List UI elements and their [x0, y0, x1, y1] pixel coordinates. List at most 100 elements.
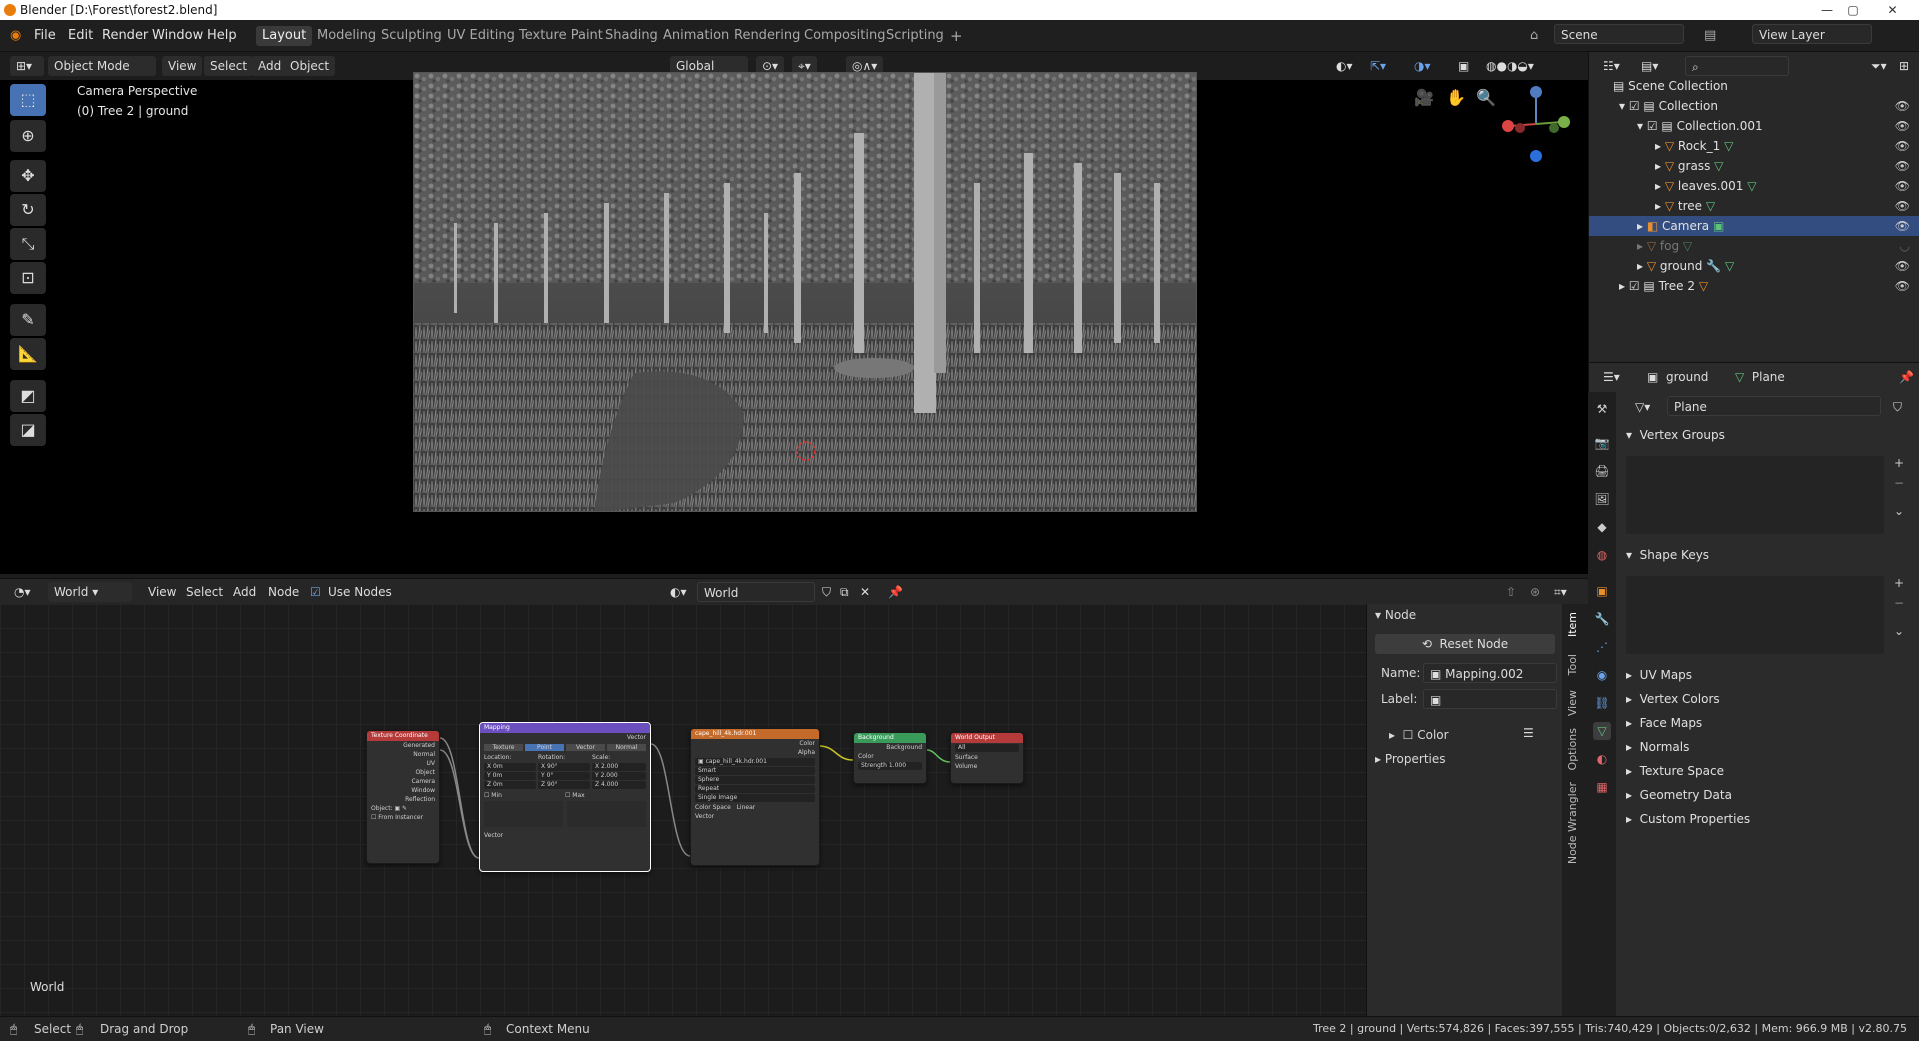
visibility-eye-icon[interactable]: 👁: [1895, 176, 1910, 196]
texcoord-output-window[interactable]: Window: [367, 786, 439, 795]
scale-tool-icon[interactable]: ⤡: [10, 228, 46, 260]
outliner-row-rock[interactable]: ▸ ▽ Rock_1 ▽ 👁: [1589, 136, 1919, 156]
scene-tab-icon[interactable]: ◆: [1593, 518, 1611, 536]
background-output[interactable]: Background: [854, 743, 926, 752]
outliner-row-fog[interactable]: ▸ ▽ fog ▽ ◡: [1589, 236, 1919, 256]
object-mode-dropdown[interactable]: Object Mode: [48, 56, 156, 76]
world-output-input-surface[interactable]: Surface: [951, 753, 1023, 762]
outliner-editor-icon[interactable]: ☷▾: [1599, 56, 1624, 76]
mapping-loc-y[interactable]: Y 0m: [484, 772, 536, 780]
camera-view-icon[interactable]: 🎥: [1414, 88, 1434, 107]
mapping-node[interactable]: Mapping Vector Texture Point Vector Norm…: [479, 722, 651, 872]
mapping-scale-x[interactable]: X 2.000: [592, 763, 646, 771]
tab-animation[interactable]: Animation: [657, 26, 735, 46]
outliner-row-grass[interactable]: ▸ ▽ grass ▽ 👁: [1589, 156, 1919, 176]
envtex-source-dropdown[interactable]: Single Image: [695, 794, 815, 802]
background-strength-field[interactable]: Strength 1.000: [858, 762, 922, 770]
world-output-input-volume[interactable]: Volume: [951, 762, 1023, 771]
unlink-world-icon[interactable]: ✕: [856, 582, 874, 602]
scene-field[interactable]: Scene: [1554, 24, 1684, 44]
gizmo-icon[interactable]: ⇱▾: [1366, 56, 1390, 76]
world-output-target-dropdown[interactable]: All: [955, 744, 1019, 752]
tab-rendering[interactable]: Rendering: [728, 26, 806, 46]
node-view-menu[interactable]: View: [144, 582, 180, 602]
tool-tab-icon[interactable]: ⚒: [1593, 400, 1611, 418]
texcoord-output-reflection[interactable]: Reflection: [367, 795, 439, 804]
tab-texture-paint[interactable]: Texture Paint: [513, 26, 609, 46]
node-color-presets-icon[interactable]: ☰: [1523, 726, 1534, 740]
pin-icon[interactable]: 📌: [1895, 367, 1918, 387]
navigation-gizmo[interactable]: [1500, 82, 1572, 172]
outliner-row-leaves[interactable]: ▸ ▽ leaves.001 ▽ 👁: [1589, 176, 1919, 196]
texcoord-output-generated[interactable]: Generated: [367, 741, 439, 750]
remove-shape-key-icon[interactable]: −: [1894, 596, 1904, 610]
menu-render[interactable]: Render: [102, 28, 148, 43]
outliner-row-tree[interactable]: ▸ ▽ tree ▽ 👁: [1589, 196, 1919, 216]
menu-file[interactable]: File: [34, 28, 56, 43]
object-menu[interactable]: Object: [284, 56, 336, 76]
material-tab-icon[interactable]: ◐: [1593, 750, 1611, 768]
shader-type-dropdown[interactable]: World ▾: [48, 582, 132, 602]
world-browse-icon[interactable]: ◐▾: [666, 582, 691, 602]
texture-space-header[interactable]: ▸ Texture Space: [1626, 764, 1724, 778]
select-box-tool-icon[interactable]: ⬚: [10, 84, 46, 116]
background-input-color[interactable]: Color: [854, 752, 926, 761]
close-button[interactable]: ✕: [1866, 0, 1919, 20]
menu-window[interactable]: Window: [152, 28, 203, 43]
mapping-rot-z[interactable]: Z 90°: [538, 781, 590, 789]
constraints-tab-icon[interactable]: ⛓: [1593, 694, 1611, 712]
parent-node-tree-icon[interactable]: ⇧: [1502, 582, 1520, 602]
maximize-button[interactable]: ▢: [1840, 0, 1866, 20]
node-properties-subpanel[interactable]: ▸ Properties: [1375, 752, 1446, 766]
tab-uv-editing[interactable]: UV Editing: [441, 26, 521, 46]
view-layer-field[interactable]: View Layer: [1752, 24, 1872, 44]
mapping-tab-texture[interactable]: Texture: [484, 744, 523, 751]
outliner-display-mode-icon[interactable]: ▤▾: [1637, 56, 1662, 76]
snap-node-icon[interactable]: ⊛: [1526, 582, 1544, 602]
mapping-tab-point[interactable]: Point: [525, 744, 564, 751]
tab-node-wrangler[interactable]: Node Wrangler: [1566, 782, 1579, 864]
outliner-row-scene-collection[interactable]: ▤ Scene Collection: [1589, 76, 1919, 96]
texture-tab-icon[interactable]: ▦: [1593, 778, 1611, 796]
texcoord-output-normal[interactable]: Normal: [367, 750, 439, 759]
mesh-data-name-field[interactable]: Plane: [1667, 396, 1881, 416]
blender-menu-icon[interactable]: ◉: [10, 28, 21, 43]
node-color-subpanel[interactable]: ▸ ☐ Color: [1389, 728, 1449, 742]
mapping-scale-y[interactable]: Y 2.000: [592, 772, 646, 780]
mapping-rot-y[interactable]: Y 0°: [538, 772, 590, 780]
envtex-color-space-row[interactable]: Color Space Linear: [691, 803, 819, 812]
texcoord-object-row[interactable]: Object: ▣ ✎: [367, 804, 439, 813]
outliner-filter-icon[interactable]: ⏷▾: [1867, 56, 1891, 76]
vertex-colors-header[interactable]: ▸ Vertex Colors: [1626, 692, 1720, 706]
mapping-rot-x[interactable]: X 90°: [538, 763, 590, 771]
outliner-row-collection-001[interactable]: ▾ ☑ ▤ Collection.001 👁: [1589, 116, 1919, 136]
fake-user-icon[interactable]: ⛉: [1889, 397, 1906, 417]
vertex-groups-header[interactable]: ▾ Vertex Groups: [1626, 428, 1725, 442]
move-tool-icon[interactable]: ✥: [10, 160, 46, 192]
tab-modeling[interactable]: Modeling: [311, 26, 382, 46]
shading-modes-icon[interactable]: ◍●◑◒▾: [1482, 56, 1538, 76]
world-output-node[interactable]: World Output All Surface Volume: [950, 732, 1024, 784]
pin-icon[interactable]: 📌: [884, 582, 907, 602]
visibility-eye-icon[interactable]: 👁: [1895, 196, 1910, 216]
new-collection-icon[interactable]: ⊞: [1895, 56, 1913, 76]
overlay-icon[interactable]: ◑▾: [1410, 56, 1435, 76]
tab-compositing[interactable]: Compositing: [798, 26, 892, 46]
face-maps-header[interactable]: ▸ Face Maps: [1626, 716, 1702, 730]
visibility-icon[interactable]: ◐▾: [1332, 56, 1357, 76]
shape-keys-header[interactable]: ▾ Shape Keys: [1626, 548, 1709, 562]
node-select-menu[interactable]: Select: [182, 582, 227, 602]
tab-tool[interactable]: Tool: [1566, 654, 1579, 675]
annotate-tool-icon[interactable]: ✎: [10, 304, 46, 336]
node-label-field[interactable]: ▣: [1423, 689, 1557, 709]
add-cube-tool-icon[interactable]: ◩: [10, 380, 46, 412]
hidden-eye-icon[interactable]: ◡: [1900, 236, 1910, 256]
outliner-search-input[interactable]: ⌕: [1685, 56, 1789, 76]
add-workspace-icon[interactable]: +: [944, 26, 969, 46]
visibility-eye-icon[interactable]: 👁: [1895, 136, 1910, 156]
outliner-row-camera[interactable]: ▸ ◧ Camera ▣ 👁: [1589, 216, 1919, 236]
remove-vertex-group-icon[interactable]: −: [1894, 476, 1904, 490]
view-menu[interactable]: View: [162, 56, 203, 76]
particles-tab-icon[interactable]: ⋰: [1593, 638, 1611, 656]
menu-help[interactable]: Help: [207, 28, 237, 43]
